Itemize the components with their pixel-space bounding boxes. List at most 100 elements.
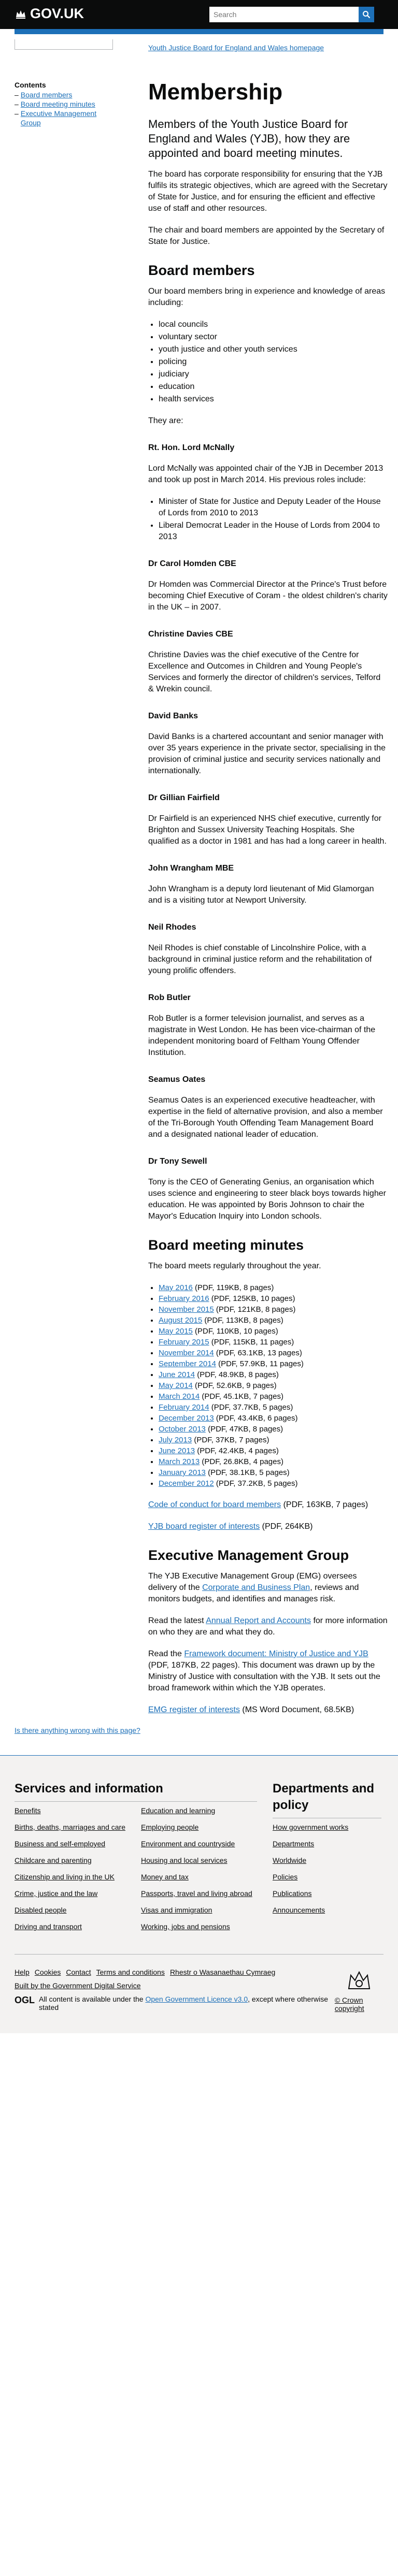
minutes-link[interactable]: June 2013 [159, 1446, 195, 1455]
footer-service-link[interactable]: Education and learning [141, 1806, 215, 1815]
minutes-item: November 2015 (PDF, 121KB, 8 pages) [159, 1304, 388, 1315]
breadcrumb-link[interactable]: Youth Justice Board for England and Wale… [148, 44, 324, 52]
footer-item: Crime, justice and the law [15, 1889, 131, 1898]
footer-service-link[interactable]: Benefits [15, 1806, 41, 1815]
open-government-licence-link[interactable]: Open Government Licence v3.0 [145, 1995, 248, 2003]
footer-service-link[interactable]: Driving and transport [15, 1922, 82, 1931]
footer-bottom-link[interactable]: Rhestr o Wasanaethau Cymraeg [170, 1968, 275, 1976]
minutes-link[interactable]: January 2013 [159, 1468, 206, 1477]
footer-item: Passports, travel and living abroad [141, 1889, 257, 1898]
contents-link-executive-management-group[interactable]: Executive Management Group [21, 109, 113, 127]
minutes-link[interactable]: December 2012 [159, 1479, 214, 1488]
footer-bottom-link[interactable]: Contact [66, 1968, 91, 1976]
contents-link-board-meeting-minutes[interactable]: Board meeting minutes [21, 99, 95, 109]
govuk-logo[interactable]: GOV.UK [15, 6, 84, 22]
footer-bottom-link[interactable]: Help [15, 1968, 30, 1976]
code-of-conduct-link[interactable]: Code of conduct for board members [148, 1500, 281, 1509]
footer-service-link[interactable]: Crime, justice and the law [15, 1889, 97, 1898]
emg-register-link[interactable]: EMG register of interests [148, 1705, 240, 1714]
minutes-link[interactable]: March 2013 [159, 1457, 200, 1466]
footer-bottom-link[interactable]: Terms and conditions [96, 1968, 165, 1976]
member-bio: Dr Fairfield is an experienced NHS chief… [148, 814, 387, 846]
dash: – [15, 91, 19, 99]
footer-service-link[interactable]: Passports, travel and living abroad [141, 1889, 252, 1898]
footer-service-link[interactable]: Disabled people [15, 1906, 66, 1914]
minutes-item: May 2015 (PDF, 110KB, 10 pages) [159, 1326, 388, 1337]
footer-service-link[interactable]: Environment and countryside [141, 1840, 235, 1848]
minutes-link[interactable]: November 2015 [159, 1305, 214, 1314]
footer-item: Visas and immigration [141, 1905, 257, 1915]
footer-service-link[interactable]: Employing people [141, 1823, 198, 1831]
crown-copyright-link[interactable]: © Crown copyright [335, 1996, 383, 2013]
member-name: David Banks [148, 712, 198, 720]
minutes-meta: (PDF, 113KB, 8 pages) [202, 1316, 283, 1325]
footer-item: Housing and local services [141, 1856, 257, 1865]
area-item: youth justice and other youth services [159, 344, 388, 355]
footer-department-link[interactable]: Announcements [273, 1906, 325, 1914]
footer-service-link[interactable]: Visas and immigration [141, 1906, 212, 1914]
search-input[interactable] [209, 7, 359, 22]
footer-service-link[interactable]: Births, deaths, marriages and care [15, 1823, 125, 1831]
minutes-link[interactable]: March 2014 [159, 1392, 200, 1401]
member-roles-list: Minister of State for Justice and Deputy… [148, 496, 388, 543]
footer-item: How government works [273, 1822, 381, 1832]
footer-bottom-link[interactable]: Built by the Government Digital Service [15, 1981, 141, 1990]
report-problem-link[interactable]: Is there anything wrong with this page? [15, 1726, 140, 1734]
member-name: Neil Rhodes [148, 923, 196, 932]
footer-service-link[interactable]: Citizenship and living in the UK [15, 1873, 115, 1881]
minutes-meta: (PDF, 48.9KB, 8 pages) [195, 1370, 279, 1379]
minutes-link[interactable]: August 2015 [159, 1316, 202, 1325]
site-header: GOV.UK [0, 0, 398, 29]
minutes-link[interactable]: February 2014 [159, 1403, 209, 1412]
emg-paragraph-1: The YJB Executive Management Group (EMG)… [148, 1571, 388, 1605]
minutes-link[interactable]: May 2014 [159, 1381, 193, 1390]
contents-list: – Board members – Board meeting minutes – E… [15, 90, 113, 127]
footer-service-link[interactable]: Childcare and parenting [15, 1856, 92, 1864]
footer-service-link[interactable]: Working, jobs and pensions [141, 1922, 230, 1931]
minutes-link[interactable]: September 2014 [159, 1359, 216, 1368]
services-heading: Services and information [15, 1781, 257, 1802]
footer-department-link[interactable]: Policies [273, 1873, 297, 1881]
area-item: policing [159, 356, 388, 368]
search-button[interactable] [359, 7, 374, 22]
minutes-link[interactable]: February 2016 [159, 1294, 209, 1303]
text: Read the latest [148, 1616, 206, 1625]
minutes-meta: (PDF, 52.6KB, 9 pages) [192, 1381, 277, 1390]
dash: – [15, 100, 19, 108]
licence-line: OGL All content is available under the O… [15, 1995, 335, 2011]
footer-bottom-link[interactable]: Cookies [35, 1968, 61, 1976]
minutes-link[interactable]: July 2013 [159, 1436, 192, 1444]
footer-item: Benefits [15, 1806, 131, 1815]
footer-item: Education and learning [141, 1806, 257, 1815]
minutes-link[interactable]: May 2015 [159, 1327, 193, 1336]
footer-department-link[interactable]: Publications [273, 1889, 312, 1898]
minutes-item: December 2013 (PDF, 43.4KB, 6 pages) [159, 1413, 388, 1424]
footer-department-link[interactable]: How government works [273, 1823, 348, 1831]
minutes-link[interactable]: February 2015 [159, 1338, 209, 1347]
minutes-link[interactable]: June 2014 [159, 1370, 195, 1379]
minutes-heading: Board meeting minutes [148, 1237, 304, 1253]
licence-text: All content is available under the Open … [39, 1995, 335, 2011]
page-lead: Members of the Youth Justice Board for E… [148, 118, 350, 160]
minutes-link[interactable]: May 2016 [159, 1283, 193, 1292]
footer-service-link[interactable]: Money and tax [141, 1873, 189, 1881]
emg-paragraph-2: Read the latest Annual Report and Accoun… [148, 1615, 388, 1638]
minutes-link[interactable]: October 2013 [159, 1425, 206, 1434]
framework-document-link[interactable]: Framework document: Ministry of Justice … [184, 1649, 368, 1658]
sidebar: Contents – Board members – Board meeting m… [15, 39, 113, 127]
minutes-link[interactable]: November 2014 [159, 1349, 214, 1357]
footer-department-link[interactable]: Departments [273, 1840, 314, 1848]
departments-list: How government works Departments Worldwide… [273, 1822, 381, 1915]
footer-department-link[interactable]: Worldwide [273, 1856, 306, 1864]
sidebar-box [15, 39, 113, 50]
contents-link-board-members[interactable]: Board members [21, 90, 73, 99]
annual-report-link[interactable]: Annual Report and Accounts [206, 1616, 311, 1625]
board-members-heading: Board members [148, 263, 255, 278]
footer-service-link[interactable]: Housing and local services [141, 1856, 228, 1864]
corporate-plan-link[interactable]: Corporate and Business Plan [202, 1583, 310, 1592]
member-bio: Dr Homden was Commercial Director at the… [148, 580, 388, 612]
footer-service-link[interactable]: Business and self-employed [15, 1840, 105, 1848]
member-name: John Wrangham MBE [148, 864, 234, 873]
register-of-interests-link[interactable]: YJB board register of interests [148, 1522, 260, 1531]
minutes-link[interactable]: December 2013 [159, 1414, 214, 1423]
